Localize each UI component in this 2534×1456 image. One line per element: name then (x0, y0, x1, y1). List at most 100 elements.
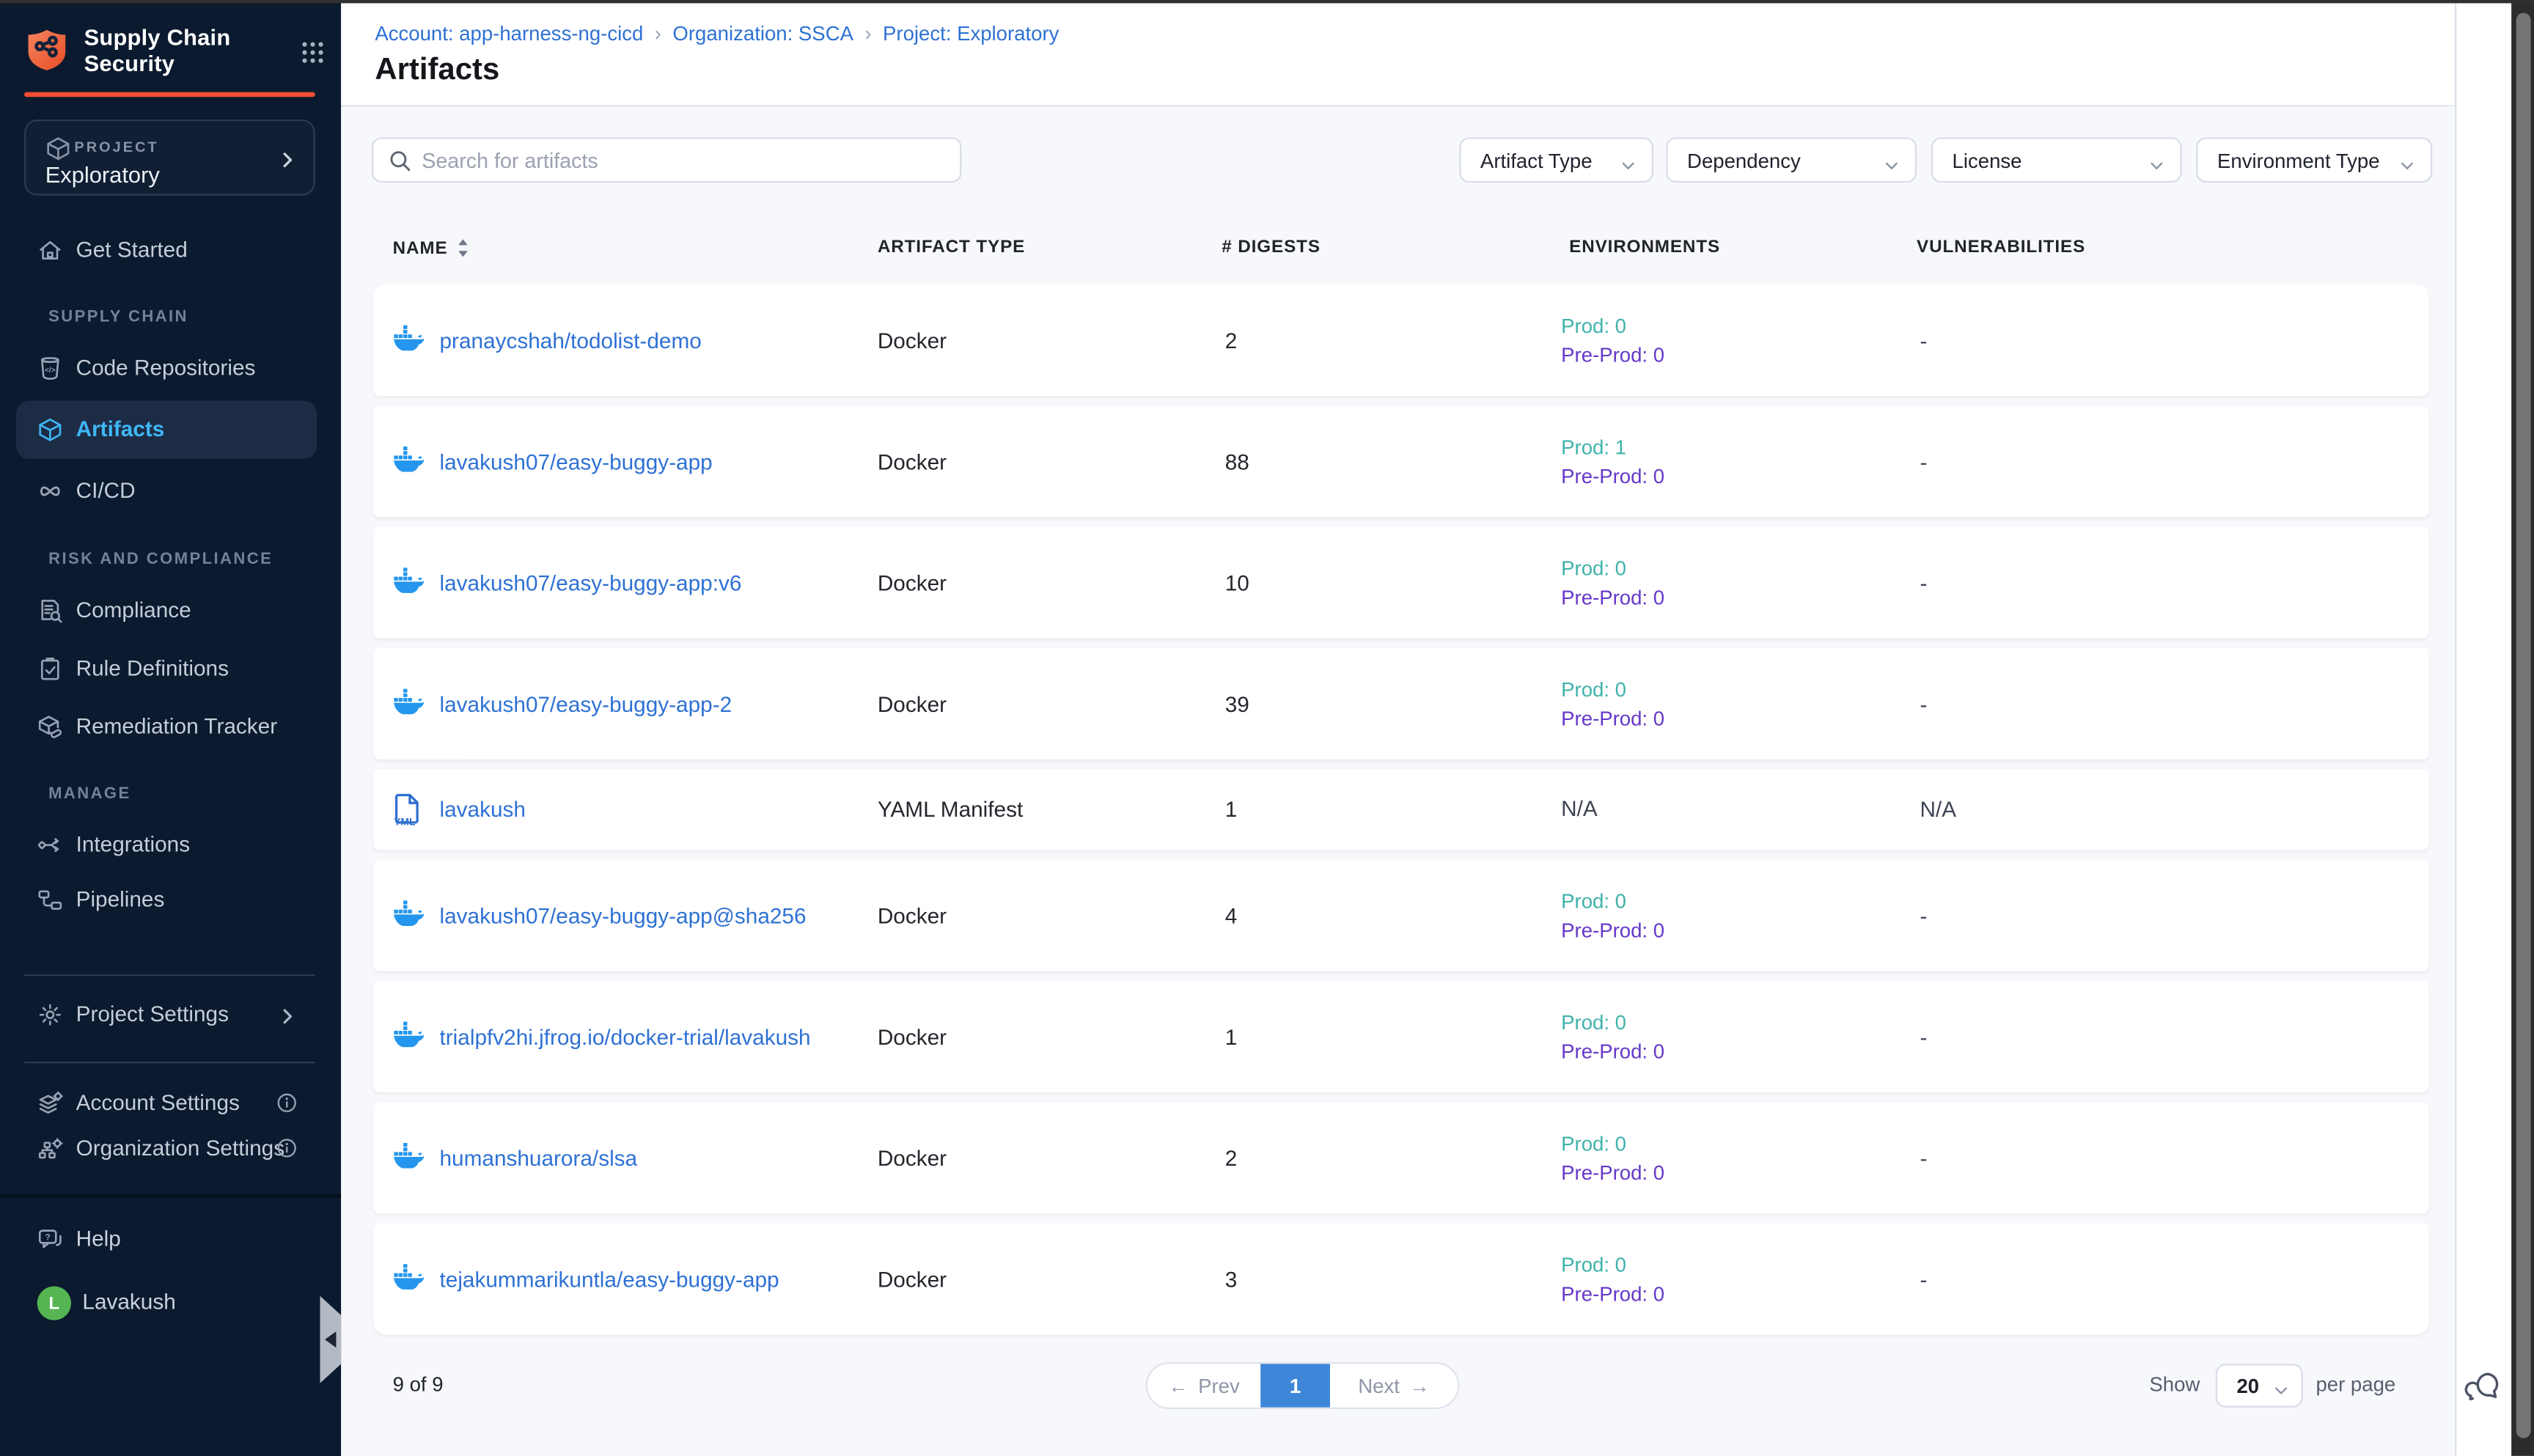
nav-section-label: RISK AND COMPLIANCE (48, 551, 273, 569)
column-header-label: # DIGESTS (1222, 238, 1321, 257)
preprod-env-link[interactable]: Pre-Prod: 0 (1561, 340, 1664, 369)
page-header: Account: app-harness-ng-cicd›Organizatio… (341, 3, 2455, 106)
sidebar-divider (24, 974, 315, 976)
nav-section-label: SUPPLY CHAIN (48, 309, 188, 326)
sidebar-item-user[interactable]: L Lavakush (16, 1273, 317, 1331)
filter-dropdown-dependency[interactable]: Dependency (1666, 137, 1917, 183)
breadcrumb-link[interactable]: Project: Exploratory (883, 23, 1059, 45)
info-icon[interactable] (276, 1092, 298, 1122)
environments-cell: Prod: 0Pre-Prod: 0 (1561, 311, 1664, 369)
prod-env-link[interactable]: Prod: 0 (1561, 1007, 1664, 1037)
page-size-value: 20 (2236, 1375, 2259, 1398)
artifact-name-link[interactable]: lavakush07/easy-buggy-app@sha256 (440, 903, 807, 927)
artifact-type-cell: Docker (878, 1267, 947, 1291)
preprod-env-link[interactable]: Pre-Prod: 0 (1561, 1158, 1664, 1187)
artifact-name-link[interactable]: lavakush07/easy-buggy-app (440, 449, 713, 474)
column-header-environments: ENVIRONMENTS (1569, 238, 1720, 257)
table-row: YMLlavakushYAML Manifest1N/AN/A (373, 769, 2429, 850)
artifact-name-link[interactable]: lavakush (440, 798, 526, 822)
cube-pill-icon (37, 714, 63, 740)
sidebar-item-remediation-tracker[interactable]: Remediation Tracker (16, 698, 317, 756)
artifact-type-cell: Docker (878, 1024, 947, 1048)
show-label: Show (2149, 1373, 2200, 1396)
artifact-table: pranaycshah/todolist-demoDocker2Prod: 0P… (373, 284, 2429, 1335)
sidebar-item-label: Pipelines (76, 887, 165, 911)
preprod-env-link[interactable]: Pre-Prod: 0 (1561, 916, 1664, 945)
vulnerabilities-cell: - (1920, 449, 1927, 474)
info-icon[interactable] (276, 1138, 298, 1167)
artifact-type-cell: Docker (878, 570, 947, 595)
sidebar-item-code-repositories[interactable]: </>Code Repositories (16, 339, 317, 397)
sidebar-item-compliance[interactable]: Compliance (16, 581, 317, 639)
prod-env-link[interactable]: Prod: 0 (1561, 1129, 1664, 1158)
scrollbar-track[interactable] (2511, 0, 2534, 1456)
page-size-select[interactable]: 20 (2216, 1364, 2303, 1408)
sidebar-item-artifacts[interactable]: Artifacts (16, 401, 317, 459)
sidebar-item-help[interactable]: ? Help (16, 1210, 317, 1268)
table-row: pranaycshah/todolist-demoDocker2Prod: 0P… (373, 284, 2429, 396)
artifact-type-cell: Docker (878, 449, 947, 474)
nav-section-label: MANAGE (48, 785, 131, 803)
dropdown-label: Dependency (1687, 150, 1801, 173)
next-page-button[interactable]: Next → (1330, 1364, 1458, 1408)
artifact-name-link[interactable]: humanshuarora/slsa (440, 1146, 638, 1170)
project-selector[interactable]: PROJECT Exploratory (24, 120, 315, 196)
prod-env-link[interactable]: Prod: 0 (1561, 311, 1664, 340)
module-grid-icon[interactable] (301, 40, 326, 66)
chevron-down-icon (2148, 153, 2165, 183)
environments-cell: Prod: 1Pre-Prod: 0 (1561, 433, 1664, 490)
artifact-name-link[interactable]: lavakush07/easy-buggy-app:v6 (440, 570, 742, 595)
column-header-label: ENVIRONMENTS (1569, 238, 1720, 257)
prod-env-link[interactable]: Prod: 0 (1561, 1250, 1664, 1279)
product-title: Supply Chain Security (84, 24, 254, 76)
artifact-name-link[interactable]: tejakummarikuntla/easy-buggy-app (440, 1267, 779, 1291)
preprod-env-link[interactable]: Pre-Prod: 0 (1561, 1279, 1664, 1309)
column-header-vulnerabilities: VULNERABILITIES (1917, 238, 2085, 257)
support-chat-icon[interactable] (2464, 1369, 2503, 1408)
docker-icon (393, 445, 425, 477)
search-input[interactable] (422, 139, 955, 181)
artifact-name-link[interactable]: lavakush07/easy-buggy-app-2 (440, 691, 732, 716)
scrollbar-thumb[interactable] (2516, 13, 2530, 1438)
sidebar-item-label: Integrations (76, 832, 190, 856)
preprod-env-link[interactable]: Pre-Prod: 0 (1561, 583, 1664, 612)
sort-icon[interactable] (456, 238, 471, 259)
sidebar-item-label: Organization Settings (76, 1136, 284, 1160)
chevron-down-icon (2272, 1378, 2290, 1408)
filter-dropdown-artifact-type[interactable]: Artifact Type (1459, 137, 1653, 183)
filter-dropdown-environment-type[interactable]: Environment Type (2196, 137, 2432, 183)
preprod-env-link[interactable]: Pre-Prod: 0 (1561, 704, 1664, 733)
prod-env-link[interactable]: Prod: 1 (1561, 433, 1664, 462)
collapse-arrow-icon (325, 1331, 336, 1347)
sidebar-item-project-settings[interactable]: Project Settings (16, 985, 317, 1043)
column-header-label: NAME (393, 238, 448, 257)
arrow-right-icon: → (1409, 1375, 1430, 1397)
prod-env-link[interactable]: Prod: 0 (1561, 886, 1664, 916)
prev-page-button[interactable]: ← Prev (1147, 1364, 1260, 1408)
breadcrumb-link[interactable]: Organization: SSCA (672, 23, 853, 45)
sidebar-item-organization-settings[interactable]: Organization Settings (16, 1119, 317, 1177)
app-root: Supply Chain Security PROJECT Explorator… (0, 0, 2534, 1456)
page-1-button[interactable]: 1 (1260, 1364, 1330, 1408)
sidebar-item-ci-cd[interactable]: CI/CD (16, 462, 317, 520)
digests-cell: 2 (1225, 1146, 1238, 1170)
sidebar-item-get-started[interactable]: Get Started (16, 221, 317, 279)
sidebar-item-label: Help (76, 1227, 121, 1251)
vulnerabilities-cell: - (1920, 903, 1927, 927)
sidebar-item-integrations[interactable]: Integrations (16, 816, 317, 874)
preprod-env-link[interactable]: Pre-Prod: 0 (1561, 1037, 1664, 1066)
artifact-name-link[interactable]: trialpfv2hi.jfrog.io/docker-trial/lavaku… (440, 1024, 811, 1048)
table-row: lavakush07/easy-buggy-app:v6Docker10Prod… (373, 527, 2429, 639)
artifact-type-cell: Docker (878, 691, 947, 716)
preprod-env-link[interactable]: Pre-Prod: 0 (1561, 461, 1664, 490)
sidebar-item-pipelines[interactable]: Pipelines (16, 871, 317, 929)
artifact-name-link[interactable]: pranaycshah/todolist-demo (440, 328, 702, 352)
filter-dropdown-license[interactable]: License (1931, 137, 2182, 183)
digests-cell: 1 (1225, 1024, 1238, 1048)
prod-env-link[interactable]: Prod: 0 (1561, 554, 1664, 583)
vulnerabilities-cell: - (1920, 1146, 1927, 1170)
prod-env-link[interactable]: Prod: 0 (1561, 674, 1664, 704)
shield-network-icon (24, 27, 70, 81)
sidebar-item-rule-definitions[interactable]: Rule Definitions (16, 640, 317, 698)
breadcrumb-link[interactable]: Account: app-harness-ng-cicd (375, 23, 643, 45)
